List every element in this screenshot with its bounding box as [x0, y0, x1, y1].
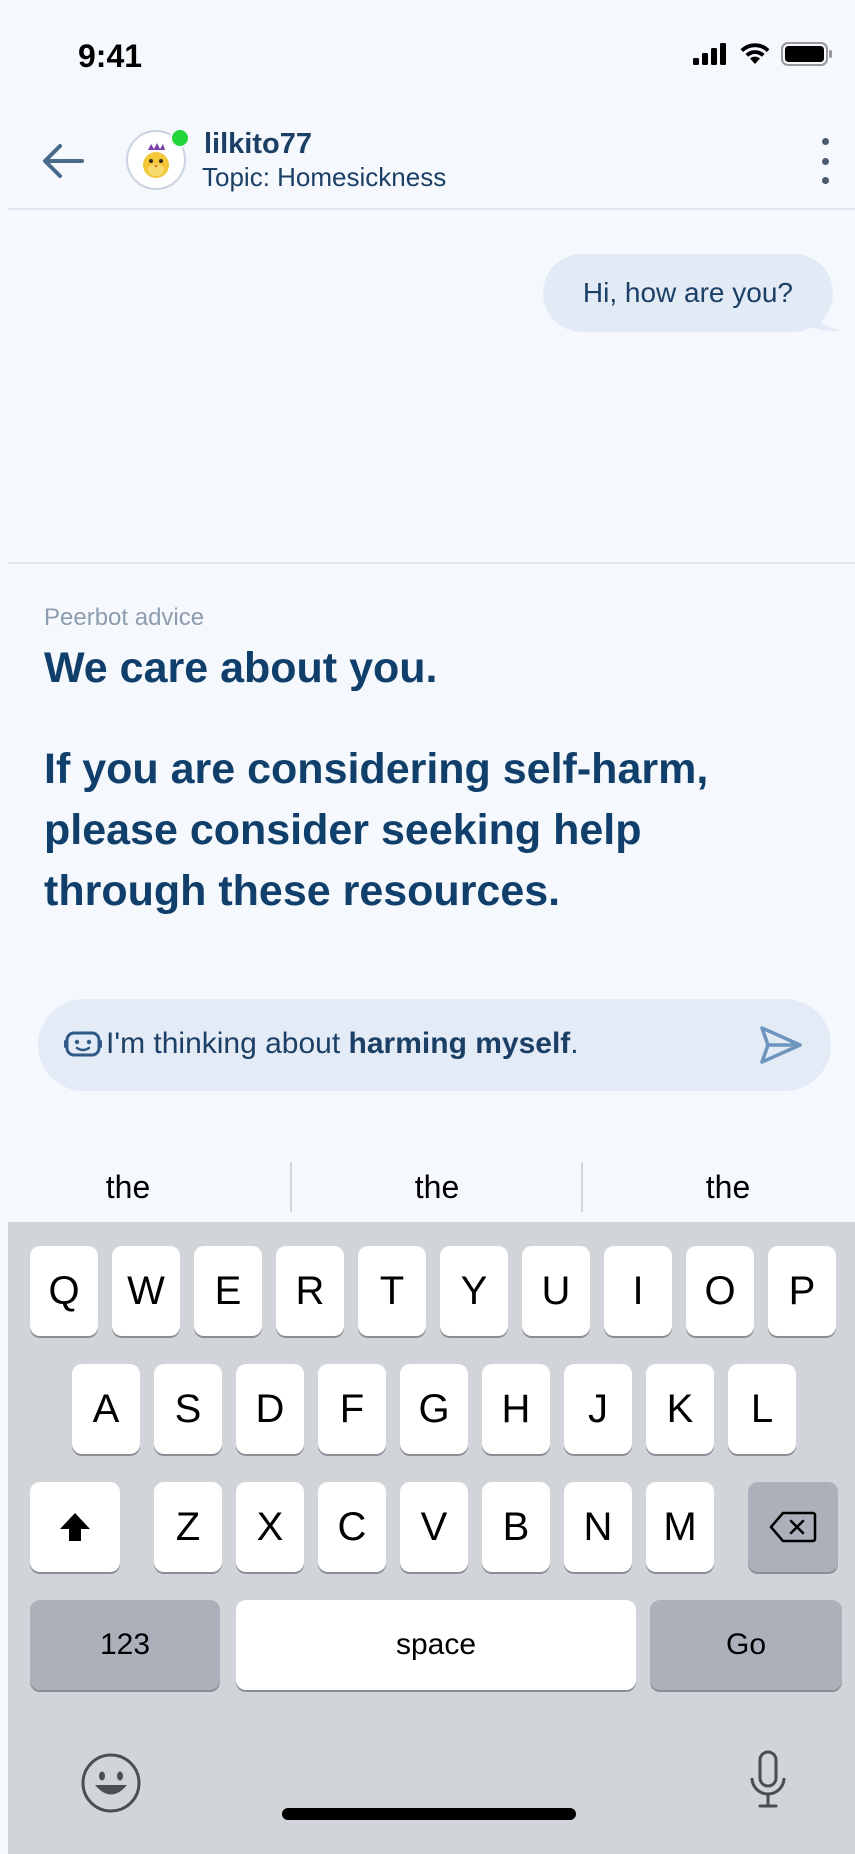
status-icons: [693, 42, 833, 66]
key-g[interactable]: G: [400, 1364, 468, 1454]
key-h[interactable]: H: [482, 1364, 550, 1454]
bot-icon: [64, 1031, 102, 1057]
key-i[interactable]: I: [604, 1246, 672, 1336]
numbers-key[interactable]: 123: [30, 1600, 220, 1690]
send-icon[interactable]: [759, 1025, 803, 1065]
microphone-icon[interactable]: [748, 1750, 788, 1810]
key-l[interactable]: L: [728, 1364, 796, 1454]
advice-title: We care about you.: [44, 644, 438, 692]
key-r[interactable]: R: [276, 1246, 344, 1336]
key-n[interactable]: N: [564, 1482, 632, 1572]
key-s[interactable]: S: [154, 1364, 222, 1454]
key-v[interactable]: V: [400, 1482, 468, 1572]
key-y[interactable]: Y: [440, 1246, 508, 1336]
backspace-key[interactable]: [748, 1482, 838, 1572]
chat-header: lilkito77 Topic: Homesickness: [8, 116, 855, 210]
emoji-icon[interactable]: [80, 1752, 142, 1814]
input-text-bold: harming myself: [348, 1027, 571, 1060]
message-input[interactable]: I'm thinking about harming myself.: [38, 999, 831, 1091]
keyboard: Q W E R T Y U I O P A S D F G H J K L Z …: [8, 1222, 855, 1854]
key-m[interactable]: M: [646, 1482, 714, 1572]
more-dot: [821, 177, 829, 184]
key-d[interactable]: D: [236, 1364, 304, 1454]
key-c[interactable]: C: [318, 1482, 386, 1572]
key-j[interactable]: J: [564, 1364, 632, 1454]
key-p[interactable]: P: [768, 1246, 836, 1336]
key-f[interactable]: F: [318, 1364, 386, 1454]
message-input-text[interactable]: I'm thinking about harming myself.: [106, 1027, 579, 1061]
suggestion-3[interactable]: the: [583, 1156, 855, 1218]
back-button[interactable]: [38, 136, 88, 186]
predictive-suggestions: the the the: [8, 1156, 855, 1218]
key-w[interactable]: W: [112, 1246, 180, 1336]
section-divider: [8, 562, 855, 564]
key-k[interactable]: K: [646, 1364, 714, 1454]
wifi-icon: [740, 43, 770, 64]
key-u[interactable]: U: [522, 1246, 590, 1336]
more-options-button[interactable]: [815, 138, 835, 184]
key-b[interactable]: B: [482, 1482, 550, 1572]
sent-message-bubble: Hi, how are you?: [542, 254, 833, 332]
status-time: 9:41: [78, 38, 143, 74]
app-frame: 9:41 lilkito77 Topic: Homesickness Hi, h…: [8, 6, 855, 1854]
key-x[interactable]: X: [236, 1482, 304, 1572]
more-dot: [821, 138, 829, 145]
more-dot: [821, 157, 829, 165]
shift-icon: [60, 1513, 90, 1541]
suggestion-1[interactable]: the: [8, 1156, 248, 1218]
key-o[interactable]: O: [686, 1246, 754, 1336]
key-e[interactable]: E: [194, 1246, 262, 1336]
backspace-icon: [769, 1511, 817, 1543]
input-text-suffix: .: [570, 1027, 579, 1060]
input-text-prefix: I'm thinking about: [106, 1027, 349, 1060]
signal-icon: [693, 43, 726, 65]
suggestion-2[interactable]: the: [292, 1156, 582, 1218]
bubble-tail: [811, 306, 841, 331]
back-arrow-icon: [43, 144, 84, 178]
online-status-indicator: [170, 128, 190, 148]
go-key[interactable]: Go: [650, 1600, 842, 1690]
shift-key[interactable]: [30, 1482, 120, 1572]
key-z[interactable]: Z: [154, 1482, 222, 1572]
advice-body: If you are considering self-harm, please…: [44, 745, 709, 915]
chat-topic: Topic: Homesickness: [202, 162, 447, 192]
key-t[interactable]: T: [358, 1246, 426, 1336]
advice-label: Peerbot advice: [44, 604, 205, 631]
username: lilkito77: [204, 128, 312, 160]
avatar[interactable]: [126, 128, 190, 190]
key-a[interactable]: A: [72, 1364, 140, 1454]
space-key[interactable]: space: [236, 1600, 636, 1690]
battery-icon: [781, 42, 832, 66]
key-q[interactable]: Q: [30, 1246, 98, 1336]
home-indicator: [282, 1808, 576, 1820]
